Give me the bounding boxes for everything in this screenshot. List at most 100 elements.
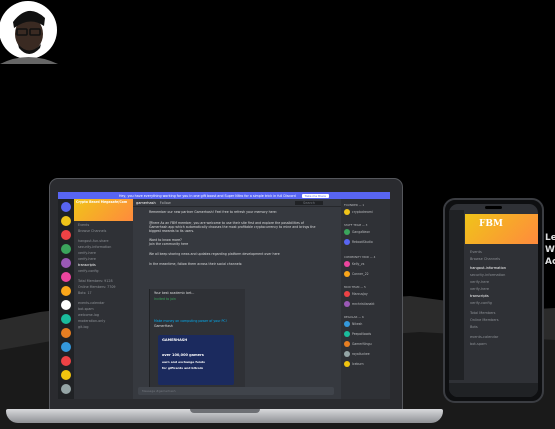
server-icon[interactable] [61,384,71,394]
member-item[interactable]: Conner_22 [344,271,369,277]
stat-channel[interactable]: Total Members: 9128 [78,279,113,283]
member-item[interactable]: cryptodreami [344,209,373,215]
phone-frame: FBM Events Browse Channels hangout-infor… [443,198,544,403]
phone-channel-item[interactable]: verify-config [470,301,492,305]
server-icon[interactable] [61,300,71,310]
phone-channel-item[interactable]: verify-here [470,280,489,284]
server-icon[interactable] [61,230,71,240]
channel-item[interactable]: security-information [78,245,111,249]
channel-item[interactable]: bot-spam [78,307,94,311]
follow-button[interactable]: Follow [160,201,171,205]
phone-channel-item[interactable]: Bots [470,325,478,329]
server-icon[interactable] [61,328,71,338]
phone-banner-text: FBM [479,219,503,229]
phone-channel-item[interactable]: security-information [470,273,505,277]
banner-text: Hey, you have everything working for you… [118,193,296,198]
phone-channel-item[interactable]: Browse Channels [470,257,500,261]
channel-item[interactable]: verify-here [78,251,96,255]
member-item[interactable]: Iceburn [344,361,364,367]
link-embed: Your best academic bet... Invited to joi… [149,289,245,389]
phone-channel-item[interactable]: events-calendar [470,335,498,339]
promo-line: for giftcards and bitcoin [162,366,204,370]
channel-title: gamerhash [136,200,156,205]
embed-sub: Invited to join [154,297,176,301]
server-icon[interactable] [61,314,71,324]
member-item[interactable]: PeepoNoods [344,331,371,337]
message-line: Remember our new partner Gamerhash! Feel… [149,210,277,214]
member-group-label: FOUNDER — 1 [344,203,365,207]
server-icon[interactable] [61,216,71,226]
message-line: In the meantime, follow them across thei… [149,262,243,266]
channel-item[interactable]: moderation-only [78,319,105,323]
phone-channel-item[interactable]: hangout-information [470,266,506,270]
laptop-screen: Hey, you have everything working for you… [58,192,390,399]
message-input[interactable]: Message #gamerhash [138,387,334,395]
member-item[interactable]: GangaNeon [344,229,370,235]
member-item[interactable]: MarcusJay [344,291,368,297]
side-text-line: Ac [545,257,555,267]
phone-channel-item[interactable]: Online Members [470,318,499,322]
channel-item[interactable]: hangout-fun-share [78,239,109,243]
embed-link[interactable]: Make money on computing power of your PC… [154,319,227,323]
nitro-banner: Hey, you have everything working for you… [58,192,390,199]
server-name: Crypto Beard Megasafe/Com [76,200,128,204]
embed-source: GamerHash [154,324,173,328]
member-group-label: REGULAR — 6 [344,315,364,319]
phone-channel-item[interactable]: Events [470,250,482,254]
phone-server-banner[interactable]: FBM [465,214,538,244]
server-icon[interactable] [61,272,71,282]
chat-header: gamerhash Follow Search [133,199,341,207]
server-icon[interactable] [61,286,71,296]
member-item[interactable]: mrchristianakt [344,301,374,307]
promo-head: GAMERHASH [162,338,188,342]
promo-line: over 100,000 gamers [162,353,204,357]
member-group-label: COMMUNITY MOD — 4 [344,255,376,259]
channel-item[interactable]: verify-config [78,269,99,273]
member-list: FOUNDER — 1 cryptodreami STAFF TEAM — 3 … [341,199,390,399]
message-line: We all keep sharing news and updates reg… [149,252,280,256]
laptop-notch [190,409,260,413]
channel-item[interactable]: Browse Channels [78,229,106,233]
channel-item[interactable]: git-log [78,325,89,329]
member-item[interactable]: royalluckee [344,351,370,357]
embed-title: Your best academic bet... [154,291,195,295]
phone-tab-bar [449,383,538,397]
server-icon[interactable] [61,370,71,380]
stat-channel[interactable]: Bots: 17 [78,291,92,295]
promo-image: GAMERHASH over 100,000 gamers earn and e… [158,335,234,385]
stat-channel[interactable]: Online Members: 7709 [78,285,116,289]
message-line: Join the community here [149,242,189,246]
server-icon[interactable] [61,356,71,366]
channel-sidebar: Crypto Beard Megasafe/Com Events Browse … [74,199,133,399]
channel-item[interactable]: verify-here [78,257,96,261]
member-group-label: STAFF TEAM — 3 [344,223,368,227]
channel-item[interactable]: events-calendar [78,301,105,305]
server-icon[interactable] [61,258,71,268]
phone-server-rail [449,210,464,380]
member-item[interactable]: Nikesh [344,321,362,327]
phone-channel-item[interactable]: verify-here [470,287,489,291]
channel-item[interactable]: welcome-log [78,313,99,317]
server-banner[interactable]: Crypto Beard Megasafe/Com [74,199,133,221]
home-icon[interactable] [61,202,71,212]
side-text-line: Wo [545,245,555,255]
search-input[interactable]: Search [294,200,323,205]
chat-area: gamerhash Follow Search Remember our new… [133,199,341,399]
phone-notch [485,206,502,209]
channel-item[interactable]: Events [78,223,89,227]
member-group-label: MOD TEAM — 5 [344,285,366,289]
banner-button[interactable]: Take me there [301,193,330,198]
member-item[interactable]: RebootStudio [344,239,373,245]
message-line: biggest rewards to its users. [149,229,195,233]
server-icon[interactable] [61,342,71,352]
server-rail [58,199,74,399]
avatar [0,1,58,64]
phone-channel-item[interactable]: bot-spam [470,342,487,346]
phone-channel-item[interactable]: transcripts [470,294,489,298]
phone-channel-item[interactable]: Total Members [470,311,496,315]
member-item[interactable]: Kelly_vs [344,261,364,267]
channel-item[interactable]: transcripts [78,263,96,267]
phone-screen: FBM Events Browse Channels hangout-infor… [449,204,538,397]
server-icon[interactable] [61,244,71,254]
member-item[interactable]: GamerNingu [344,341,372,347]
